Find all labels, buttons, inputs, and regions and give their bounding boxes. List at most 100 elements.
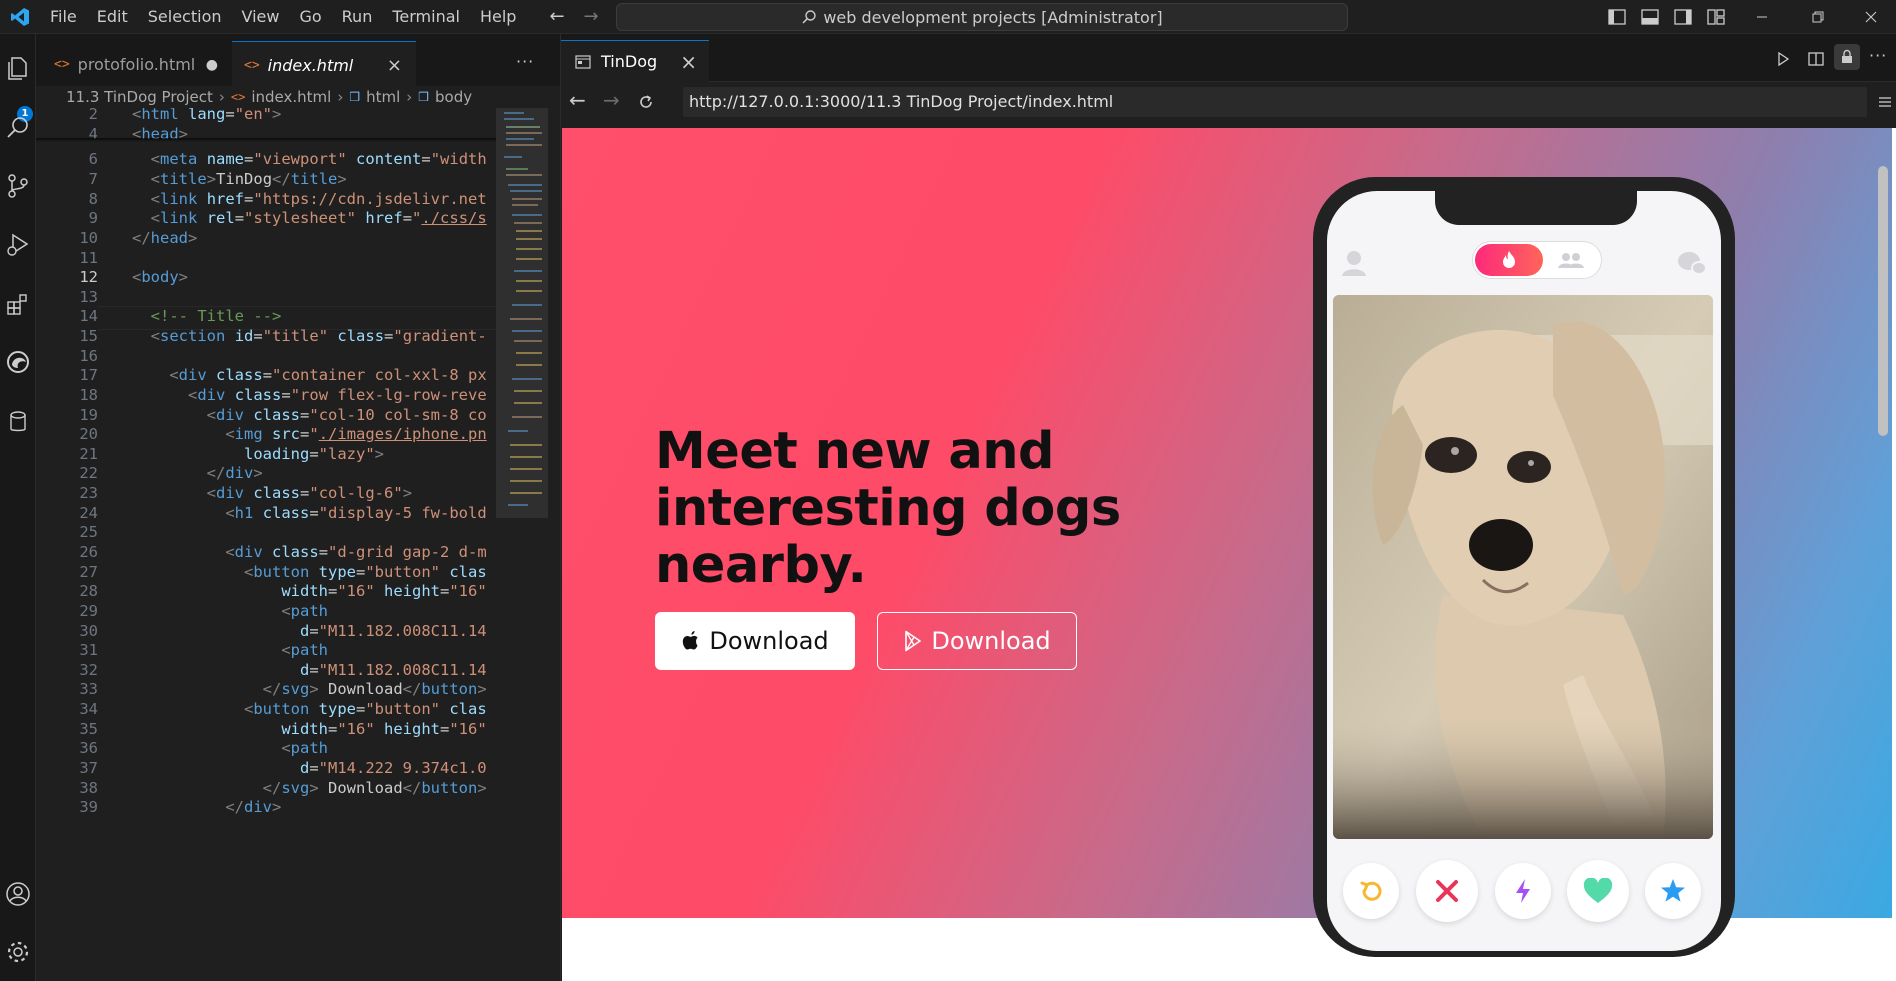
rewind-button: [1343, 863, 1399, 919]
editor-tab-bar: <> protofolio.html ● <> index.html × ···: [36, 34, 560, 88]
customize-layout-icon[interactable]: [1706, 7, 1726, 27]
lock-icon: [1842, 49, 1852, 63]
html-file-icon: <>: [230, 90, 246, 104]
apple-download-label: Download: [709, 627, 829, 655]
url-input[interactable]: http://127.0.0.1:3000/11.3 TinDog Projec…: [683, 87, 1867, 117]
close-window-button[interactable]: [1846, 0, 1896, 34]
nope-button: [1416, 860, 1478, 922]
back-arrow-icon[interactable]: ←: [542, 6, 572, 27]
element-icon: ❒: [349, 90, 361, 104]
manage-gear-icon[interactable]: [4, 938, 32, 966]
search-icon[interactable]: [4, 114, 32, 142]
run-icon[interactable]: [1775, 51, 1791, 67]
menu-terminal[interactable]: Terminal: [382, 0, 470, 34]
run-debug-icon[interactable]: [4, 230, 32, 258]
sticky-scroll-shadow: [36, 138, 496, 142]
menu-selection[interactable]: Selection: [138, 0, 232, 34]
chevron-right-icon: ›: [406, 88, 413, 106]
chevron-right-icon: ›: [337, 88, 344, 106]
tab-label: index.html: [267, 55, 354, 75]
menu-view[interactable]: View: [232, 0, 290, 34]
breadcrumb-html[interactable]: html: [366, 88, 400, 106]
menu-help[interactable]: Help: [470, 0, 526, 34]
browser-back-icon[interactable]: ←: [569, 88, 586, 112]
source-control-icon[interactable]: [4, 172, 32, 200]
tab-tindog[interactable]: TinDog ×: [561, 40, 709, 82]
menu-run[interactable]: Run: [332, 0, 383, 34]
like-button: [1567, 860, 1629, 922]
title-bar: File Edit Selection View Go Run Terminal…: [0, 0, 1896, 34]
minimize-icon: [1757, 16, 1767, 18]
menu-file[interactable]: File: [40, 0, 87, 34]
close-tab-icon[interactable]: ×: [680, 50, 697, 74]
lock-group-button[interactable]: [1834, 44, 1860, 70]
extensions-icon[interactable]: [4, 290, 32, 318]
element-icon: ❒: [418, 90, 430, 104]
toggle-active-segment: [1475, 244, 1543, 276]
star-icon: [1661, 879, 1685, 902]
accounts-icon[interactable]: [4, 880, 32, 908]
menu-go[interactable]: Go: [289, 0, 331, 34]
flame-icon: [1503, 251, 1515, 268]
menu-edit[interactable]: Edit: [87, 0, 138, 34]
code-editor[interactable]: 2 <html lang="en"> 4 <head> 6 <meta name="…: [36, 108, 496, 981]
breadcrumb-folder[interactable]: 11.3 TinDog Project: [66, 88, 213, 106]
database-icon[interactable]: [4, 408, 32, 436]
apple-icon: [683, 631, 698, 650]
hero-heading: Meet new and interesting dogs nearby.: [655, 422, 1121, 595]
edge-devtools-icon[interactable]: [4, 348, 32, 376]
rendered-webpage: Meet new and interesting dogs nearby. Do…: [562, 128, 1896, 981]
activity-bar: 1: [0, 34, 36, 981]
split-editor-icon[interactable]: [1807, 50, 1825, 68]
tab-index-html[interactable]: <> index.html ×: [232, 41, 416, 88]
breadcrumb: 11.3 TinDog Project › <> index.html › ❒ …: [36, 86, 560, 108]
tab-protofolio-html[interactable]: <> protofolio.html ●: [42, 41, 232, 88]
search-icon: [802, 10, 817, 24]
breadcrumb-file[interactable]: index.html: [251, 88, 331, 106]
more-actions-icon[interactable]: ···: [516, 52, 534, 71]
lightning-icon: [1516, 879, 1530, 903]
super-like-button: [1645, 863, 1701, 919]
restore-icon: [1812, 11, 1824, 23]
restore-button[interactable]: [1790, 0, 1846, 34]
html-file-icon: <>: [244, 57, 260, 73]
breadcrumb-body[interactable]: body: [435, 88, 472, 106]
google-play-download-button[interactable]: Download: [877, 612, 1077, 670]
modified-dot-icon[interactable]: ●: [206, 57, 218, 73]
toggle-primary-sidebar-icon[interactable]: [1607, 7, 1627, 27]
minimize-button[interactable]: [1734, 0, 1790, 34]
boost-button: [1495, 863, 1551, 919]
x-icon: [1436, 880, 1458, 902]
close-tab-icon[interactable]: ×: [387, 55, 402, 76]
html-file-icon: <>: [54, 57, 70, 72]
dog-photo: [1333, 295, 1713, 839]
google-play-icon: [905, 630, 922, 652]
command-center-label: web development projects [Administrator]: [823, 7, 1163, 27]
browser-preview-icon: [575, 54, 591, 69]
close-icon: [1865, 11, 1877, 23]
hero-section: Meet new and interesting dogs nearby. Do…: [562, 128, 1892, 957]
apple-download-button[interactable]: Download: [655, 612, 855, 670]
toggle-secondary-sidebar-icon[interactable]: [1673, 7, 1693, 27]
explorer-icon[interactable]: [4, 54, 32, 82]
browser-forward-icon[interactable]: →: [603, 88, 620, 112]
more-actions-icon[interactable]: ···: [1869, 46, 1887, 65]
rewind-icon: [1360, 881, 1382, 901]
mode-toggle: [1472, 241, 1602, 279]
minimap[interactable]: [496, 108, 560, 981]
phone-screen: [1327, 191, 1721, 951]
browser-tab-label: TinDog: [601, 52, 658, 71]
toggle-panel-icon[interactable]: [1640, 7, 1660, 27]
reload-icon[interactable]: [637, 93, 655, 111]
command-center[interactable]: web development projects [Administrator]: [616, 3, 1348, 31]
code-line: 39 </div>: [79, 798, 282, 816]
page-scrollbar[interactable]: [1878, 166, 1888, 436]
forward-arrow-icon[interactable]: →: [576, 6, 606, 27]
browser-menu-icon[interactable]: [1877, 94, 1893, 110]
code-line: 4 <head>: [88, 125, 189, 143]
simple-browser-panel: TinDog × ··· ← → http://127.0.0.1:3000/1…: [560, 34, 1896, 981]
iphone-mockup-image: [1313, 177, 1735, 957]
chat-bubbles-icon: [1678, 252, 1707, 275]
dog-illustration: [1333, 295, 1713, 839]
google-play-download-label: Download: [931, 627, 1051, 655]
